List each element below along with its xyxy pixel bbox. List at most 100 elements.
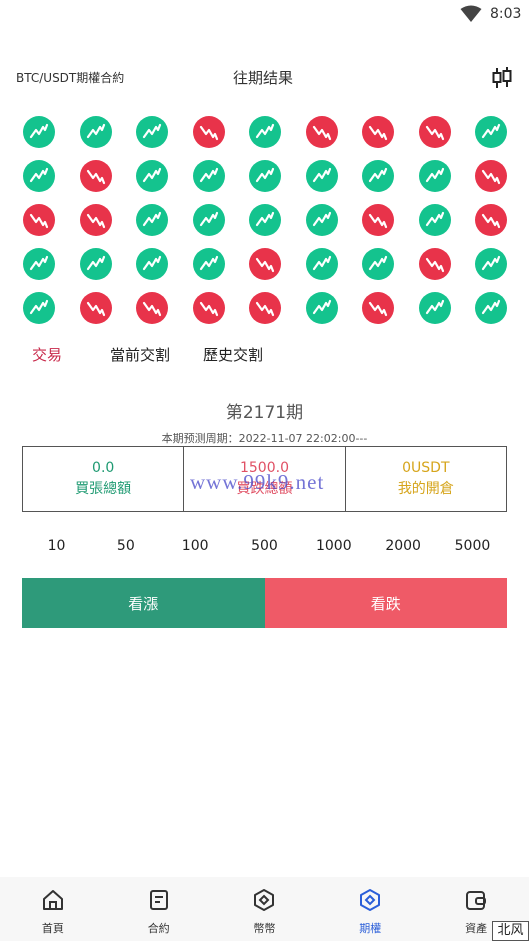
result-up-icon <box>362 160 394 192</box>
result-down-icon <box>23 204 55 236</box>
result-up-icon <box>362 248 394 280</box>
nav-item-options[interactable]: 期權 <box>317 877 423 941</box>
my-position-value: 0USDT <box>402 460 450 476</box>
result-up-icon <box>249 116 281 148</box>
result-down-icon <box>475 160 507 192</box>
result-down-icon <box>418 116 451 148</box>
amount-option[interactable]: 100 <box>161 538 230 554</box>
result-up-icon <box>475 116 507 148</box>
wallet-icon <box>464 888 488 916</box>
coin-icon <box>252 888 276 916</box>
result-up-icon <box>23 248 55 280</box>
nav-label-options: 期權 <box>359 922 382 935</box>
status-time: 8:03 <box>490 6 522 22</box>
options-header: BTC/USDT期權合約 往期结果 <box>0 64 529 92</box>
my-position: 0USDT 我的開倉 <box>346 447 506 511</box>
contract-label: BTC/USDT期權合約 <box>16 71 125 85</box>
result-down-icon <box>192 292 225 324</box>
result-down-icon <box>305 116 338 148</box>
result-up-icon <box>249 204 281 236</box>
bottom-nav: 首頁 合約 幣幣 期權 資產 <box>0 877 529 941</box>
nav-label-home: 首頁 <box>41 922 64 935</box>
result-up-icon <box>305 204 338 236</box>
nav-label-contract: 合約 <box>147 922 170 935</box>
wifi-icon <box>460 5 482 27</box>
result-up-icon <box>418 204 451 236</box>
results-row <box>23 286 507 330</box>
result-down-icon <box>362 116 394 148</box>
corner-watermark: 北风 <box>492 921 529 941</box>
buy-down-button[interactable]: 看跌 <box>264 578 507 628</box>
trade-tabs: 交易 當前交割 歷史交割 <box>0 340 529 370</box>
result-up-icon <box>192 204 225 236</box>
result-up-icon <box>79 248 112 280</box>
buy-up-button[interactable]: 看漲 <box>22 578 265 628</box>
amount-option[interactable]: 5000 <box>438 538 507 554</box>
result-up-icon <box>192 248 225 280</box>
result-up-icon <box>23 292 55 324</box>
forecast-period: 本期预测周期：2022-11-07 22:02:00--- <box>161 432 368 445</box>
amount-option[interactable]: 2000 <box>369 538 438 554</box>
amount-option[interactable]: 500 <box>230 538 299 554</box>
amount-option[interactable]: 10 <box>22 538 91 554</box>
buy-down-total: 1500.0 買跌總額 <box>184 447 346 511</box>
result-down-icon <box>249 292 281 324</box>
results-row <box>23 110 507 154</box>
buy-down-value: 1500.0 <box>239 460 289 476</box>
nav-label-coin: 幣幣 <box>253 922 276 935</box>
candlestick-icon[interactable] <box>490 66 514 94</box>
options-icon <box>358 888 382 916</box>
result-down-icon <box>79 204 112 236</box>
home-icon <box>41 888 65 916</box>
result-down-icon <box>475 204 507 236</box>
results-row <box>23 242 507 286</box>
contract-icon <box>147 888 171 916</box>
result-up-icon <box>305 160 338 192</box>
result-up-icon <box>192 160 225 192</box>
result-down-icon <box>362 292 394 324</box>
buy-up-value: 0.0 <box>92 460 115 476</box>
buy-down-label: 買跌總額 <box>236 481 293 497</box>
period-title: 第2171期 <box>225 403 304 423</box>
result-up-icon <box>475 292 507 324</box>
result-down-icon <box>79 160 112 192</box>
result-down-icon <box>249 248 281 280</box>
result-up-icon <box>305 248 338 280</box>
buy-up-label: 買張總額 <box>75 481 132 497</box>
result-up-icon <box>23 160 55 192</box>
my-position-label: 我的開倉 <box>397 481 454 497</box>
result-up-icon <box>305 292 338 324</box>
buy-up-total: 0.0 買張總額 <box>23 447 185 511</box>
results-row <box>23 154 507 198</box>
summary-box: 0.0 買張總額 1500.0 買跌總額 0USDT 我的開倉 <box>22 446 507 512</box>
result-up-icon <box>475 248 507 280</box>
past-results-label: 往期结果 <box>233 69 294 87</box>
result-up-icon <box>249 160 281 192</box>
result-down-icon <box>136 292 168 324</box>
amount-options: 10 50 100 500 1000 2000 5000 <box>22 538 507 554</box>
amount-option[interactable]: 50 <box>91 538 160 554</box>
tab-trade[interactable]: 交易 <box>32 344 62 365</box>
nav-label-assets: 資產 <box>465 922 488 935</box>
result-up-icon <box>79 116 112 148</box>
result-down-icon <box>192 116 225 148</box>
trade-actions: 看漲 看跌 <box>22 578 507 628</box>
nav-item-home[interactable]: 首頁 <box>0 877 106 941</box>
result-up-icon <box>136 248 168 280</box>
result-up-icon <box>418 160 451 192</box>
result-up-icon <box>136 160 168 192</box>
tab-current-delivery[interactable]: 當前交割 <box>110 344 170 365</box>
result-up-icon <box>23 116 55 148</box>
result-down-icon <box>79 292 112 324</box>
nav-item-contract[interactable]: 合約 <box>106 877 212 941</box>
tab-history-delivery[interactable]: 歷史交割 <box>203 344 263 365</box>
result-up-icon <box>136 116 168 148</box>
result-down-icon <box>362 204 394 236</box>
results-row <box>23 198 507 242</box>
result-up-icon <box>136 204 168 236</box>
nav-item-coin[interactable]: 幣幣 <box>212 877 318 941</box>
result-down-icon <box>418 248 451 280</box>
result-up-icon <box>418 292 451 324</box>
results-grid <box>23 110 507 330</box>
amount-option[interactable]: 1000 <box>299 538 368 554</box>
